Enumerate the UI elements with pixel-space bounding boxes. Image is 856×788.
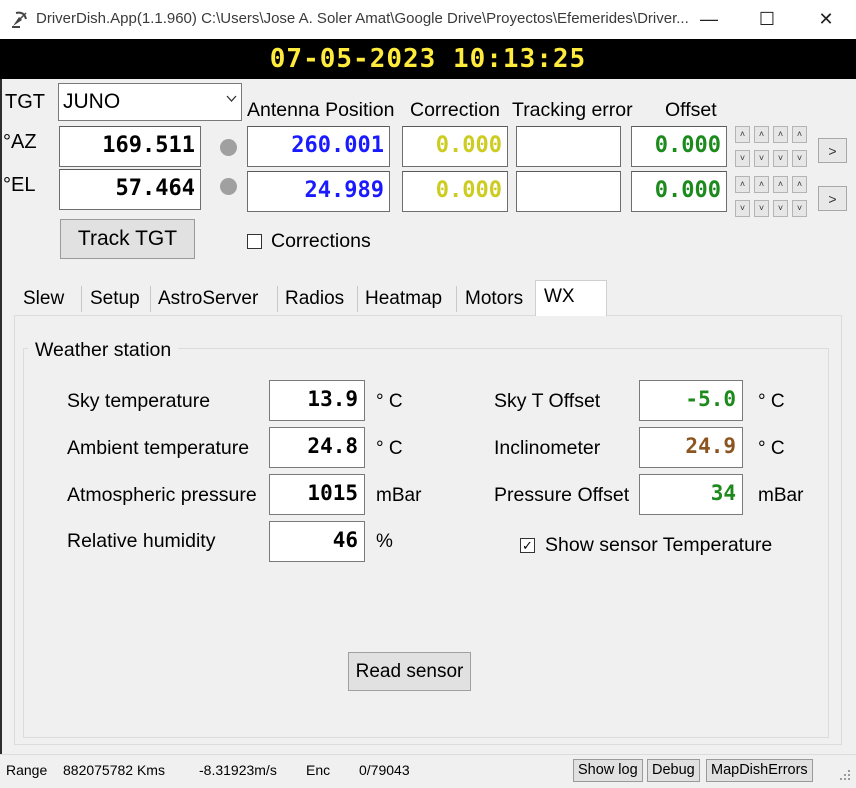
el-target-field[interactable]: 57.464 bbox=[59, 169, 201, 210]
relative-humidity-unit: % bbox=[376, 531, 393, 552]
track-tgt-button[interactable]: Track TGT bbox=[60, 219, 195, 259]
tab-astroserver[interactable]: AstroServer bbox=[152, 283, 264, 315]
window-title: DriverDish.App(1.1.960) C:\Users\Jose A.… bbox=[36, 10, 689, 27]
sky-temperature-field: 13.9 bbox=[269, 380, 365, 421]
weather-station-title: Weather station bbox=[28, 339, 179, 362]
resize-grip-icon[interactable] bbox=[838, 768, 852, 782]
range-rate: -8.31923m/s bbox=[199, 762, 277, 778]
tab-separator bbox=[81, 286, 82, 312]
chevron-down-icon[interactable] bbox=[226, 95, 237, 103]
corrections-label: Corrections bbox=[271, 230, 371, 252]
tab-setup[interactable]: Setup bbox=[84, 283, 146, 315]
ambient-temperature-unit: ° C bbox=[376, 438, 403, 459]
el-status-led bbox=[220, 178, 237, 195]
az-offset-down-3[interactable]: ˅ bbox=[773, 150, 788, 167]
az-offset-down-2[interactable]: ˅ bbox=[754, 150, 769, 167]
el-offset-up-4[interactable]: ˄ bbox=[792, 176, 807, 193]
el-tracking-error-field bbox=[516, 171, 621, 212]
az-offset-up-2[interactable]: ˄ bbox=[754, 126, 769, 143]
sky-temperature-unit: ° C bbox=[376, 391, 403, 412]
tab-separator bbox=[277, 286, 278, 312]
tab-separator bbox=[150, 286, 151, 312]
atmospheric-pressure-unit: mBar bbox=[376, 485, 422, 506]
title-bar: DriverDish.App(1.1.960) C:\Users\Jose A.… bbox=[0, 0, 856, 39]
target-value: JUNO bbox=[63, 90, 121, 113]
el-offset-field[interactable]: 0.000 bbox=[631, 171, 727, 212]
window-edge bbox=[0, 79, 2, 754]
inclinometer-field: 24.9 bbox=[639, 427, 743, 468]
inclinometer-label: Inclinometer bbox=[494, 437, 601, 459]
el-offset-up-1[interactable]: ˄ bbox=[735, 176, 750, 193]
az-label: °AZ bbox=[3, 131, 37, 153]
pressure-offset-label: Pressure Offset bbox=[494, 484, 630, 506]
clock-display: 07-05-2023 10:13:25 bbox=[0, 39, 856, 79]
corrections-checkbox[interactable] bbox=[247, 234, 262, 249]
az-offset-field[interactable]: 0.000 bbox=[631, 126, 727, 167]
el-offset-up-3[interactable]: ˄ bbox=[773, 176, 788, 193]
az-offset-down-1[interactable]: ˅ bbox=[735, 150, 750, 167]
az-correction-field: 0.000 bbox=[402, 126, 508, 167]
el-antenna-position-field: 24.989 bbox=[247, 171, 390, 212]
atmospheric-pressure-field: 1015 bbox=[269, 474, 365, 515]
pressure-offset-unit: mBar bbox=[758, 485, 804, 506]
minimize-button[interactable]: — bbox=[680, 0, 738, 39]
el-offset-down-2[interactable]: ˅ bbox=[754, 200, 769, 217]
tab-separator bbox=[357, 286, 358, 312]
az-goto-button[interactable]: > bbox=[818, 138, 847, 163]
enc-value: 0/79043 bbox=[359, 762, 410, 778]
show-sensor-temperature-checkbox[interactable]: ✓ bbox=[520, 538, 535, 553]
el-offset-down-4[interactable]: ˅ bbox=[792, 200, 807, 217]
header-tracking-error: Tracking error bbox=[512, 99, 633, 121]
read-sensor-button[interactable]: Read sensor bbox=[348, 652, 471, 691]
tab-wx[interactable]: WX bbox=[535, 280, 607, 316]
az-antenna-position-field: 260.001 bbox=[247, 126, 390, 167]
tab-radios[interactable]: Radios bbox=[279, 283, 350, 315]
az-offset-up-4[interactable]: ˄ bbox=[792, 126, 807, 143]
sky-t-offset-field[interactable]: -5.0 bbox=[639, 380, 743, 421]
az-offset-up-3[interactable]: ˄ bbox=[773, 126, 788, 143]
range-label: Range bbox=[6, 762, 48, 778]
el-offset-down-3[interactable]: ˅ bbox=[773, 200, 788, 217]
sky-temperature-label: Sky temperature bbox=[67, 390, 211, 412]
range-value: 882075782 Kms bbox=[63, 762, 165, 778]
sky-t-offset-unit: ° C bbox=[758, 391, 785, 412]
tgt-label: TGT bbox=[5, 91, 45, 113]
map-dish-errors-button[interactable]: MapDishErrors bbox=[706, 759, 813, 782]
ambient-temperature-field: 24.8 bbox=[269, 427, 365, 468]
el-offset-up-2[interactable]: ˄ bbox=[754, 176, 769, 193]
az-tracking-error-field bbox=[516, 126, 621, 167]
az-offset-down-4[interactable]: ˅ bbox=[792, 150, 807, 167]
relative-humidity-field: 46 bbox=[269, 521, 365, 562]
az-offset-up-1[interactable]: ˄ bbox=[735, 126, 750, 143]
header-antenna-position: Antenna Position bbox=[247, 99, 395, 121]
el-offset-down-1[interactable]: ˅ bbox=[735, 200, 750, 217]
el-label: °EL bbox=[3, 174, 36, 196]
tab-heatmap[interactable]: Heatmap bbox=[359, 283, 448, 315]
relative-humidity-label: Relative humidity bbox=[67, 530, 216, 552]
header-correction: Correction bbox=[410, 99, 500, 121]
az-status-led bbox=[220, 139, 237, 156]
close-button[interactable]: ✕ bbox=[797, 0, 855, 39]
atmospheric-pressure-label: Atmospheric pressure bbox=[67, 484, 257, 506]
tab-separator bbox=[456, 286, 457, 312]
header-offset: Offset bbox=[665, 99, 717, 121]
tab-slew[interactable]: Slew bbox=[17, 283, 70, 315]
ambient-temperature-label: Ambient temperature bbox=[67, 437, 250, 459]
show-log-button[interactable]: Show log bbox=[573, 759, 643, 782]
pressure-offset-field[interactable]: 34 bbox=[639, 474, 743, 515]
inclinometer-unit: ° C bbox=[758, 438, 785, 459]
el-goto-button[interactable]: > bbox=[818, 186, 847, 211]
tab-motors[interactable]: Motors bbox=[459, 283, 529, 315]
show-sensor-temperature-label: Show sensor Temperature bbox=[545, 534, 773, 556]
satellite-dish-icon bbox=[12, 11, 27, 28]
sky-t-offset-label: Sky T Offset bbox=[494, 390, 601, 412]
az-target-field[interactable]: 169.511 bbox=[59, 126, 201, 167]
target-combobox[interactable]: JUNO bbox=[58, 83, 242, 121]
el-correction-field: 0.000 bbox=[402, 171, 508, 212]
enc-label: Enc bbox=[306, 762, 331, 778]
debug-button[interactable]: Debug bbox=[647, 759, 700, 782]
maximize-button[interactable]: ☐ bbox=[738, 0, 796, 39]
